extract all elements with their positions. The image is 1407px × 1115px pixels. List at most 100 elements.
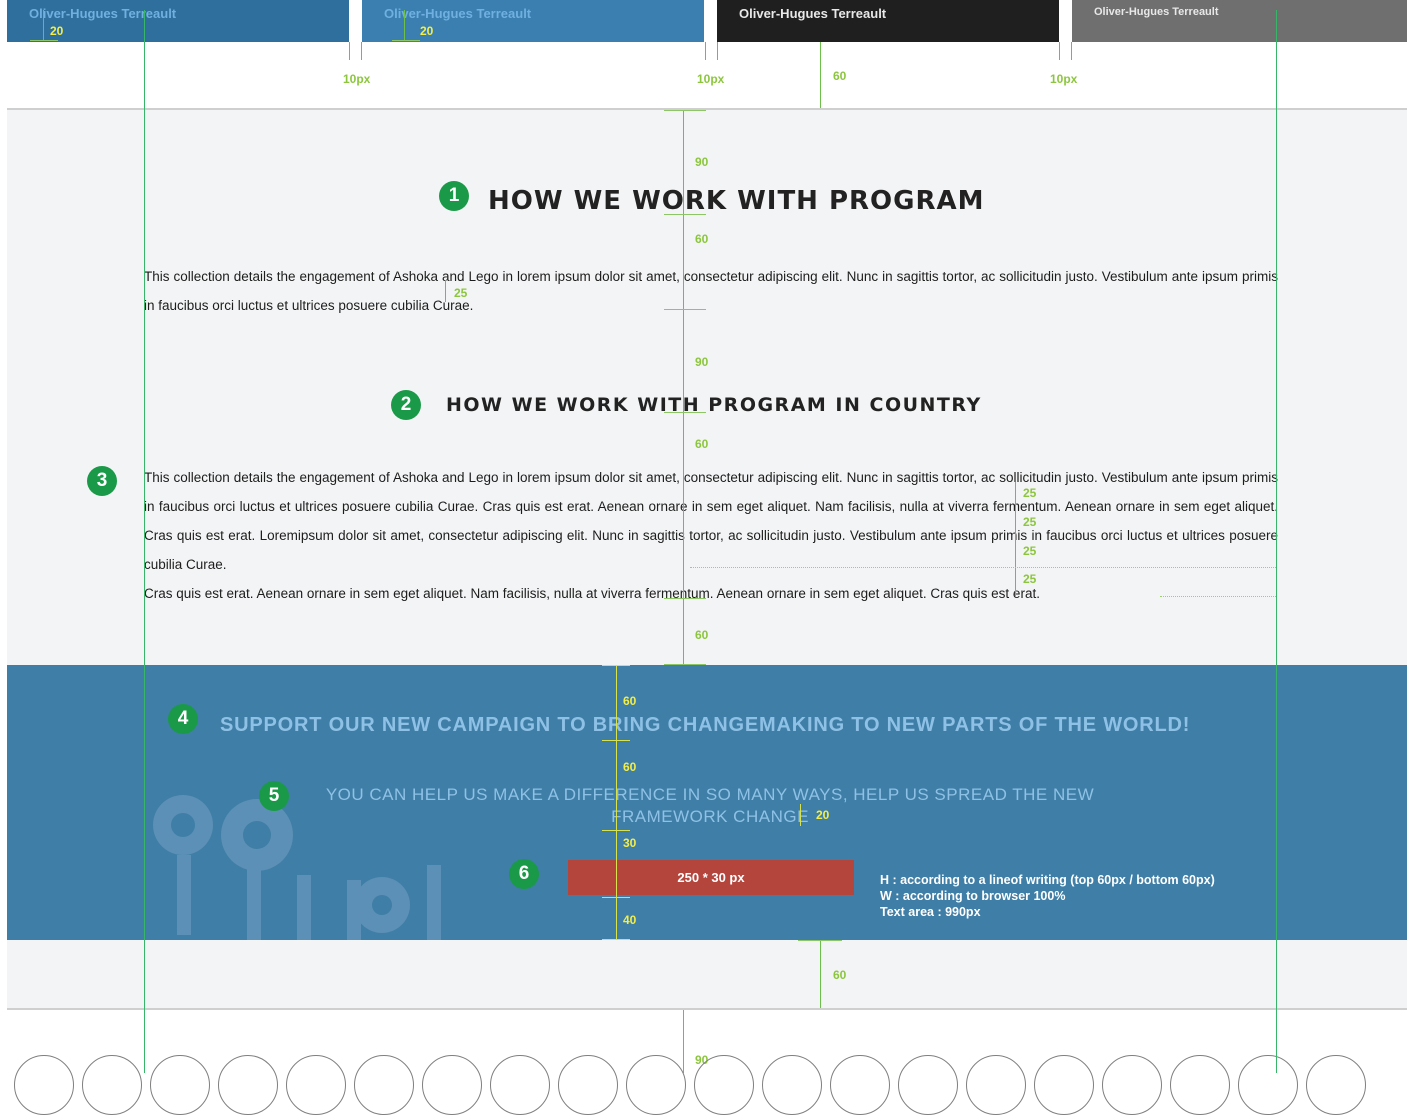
annotation-marker: 2	[391, 390, 421, 420]
spacer-section	[7, 940, 1407, 1008]
measure-line	[616, 665, 617, 940]
measure-label: 25	[454, 286, 468, 300]
measure-label: 60	[833, 69, 847, 83]
measure-guide	[690, 567, 1276, 568]
measure-label: 25	[1023, 572, 1037, 586]
partner-logo[interactable]	[14, 1055, 74, 1115]
measure-line	[798, 940, 842, 941]
paragraph-text: This collection details the engagement o…	[144, 470, 1278, 572]
partner-logo[interactable]	[830, 1055, 890, 1115]
partner-logo[interactable]	[82, 1055, 142, 1115]
measure-line	[404, 10, 405, 40]
measure-label: 40	[623, 913, 637, 927]
measure-line	[602, 665, 630, 666]
thumbnail-caption: Oliver-Hugues Terreault	[1094, 6, 1219, 18]
partner-logo[interactable]	[1238, 1055, 1298, 1115]
partner-logo[interactable]	[150, 1055, 210, 1115]
measure-label: 25	[1023, 515, 1037, 529]
banner-subtitle: YOU CAN HELP US MAKE A DIFFERENCE IN SO …	[325, 785, 1095, 826]
spec-line: W : according to browser 100%	[880, 889, 1066, 903]
thumbnail-caption: Oliver-Hugues Terreault	[384, 6, 532, 21]
partner-logo[interactable]	[694, 1055, 754, 1115]
partner-logo[interactable]	[354, 1055, 414, 1115]
partner-logo[interactable]	[1034, 1055, 1094, 1115]
measure-line	[664, 214, 706, 215]
measure-label: 10px	[1050, 72, 1078, 86]
thumbnail-card[interactable]: Oliver-Hugues Terreault	[362, 0, 704, 42]
section-paragraph: This collection details the engagement o…	[144, 269, 1278, 313]
measure-label: 60	[695, 628, 709, 642]
annotation-marker: 6	[509, 859, 539, 889]
measure-label: 60	[695, 437, 709, 451]
annotation-marker: 4	[168, 704, 198, 734]
measure-line	[1015, 482, 1016, 596]
partner-logo[interactable]	[1170, 1055, 1230, 1115]
spec-notes: H : according to a lineof writing (top 6…	[880, 872, 1215, 920]
measure-label: 30	[623, 836, 637, 850]
spec-line: H : according to a lineof writing (top 6…	[880, 873, 1215, 887]
measure-label: 20	[420, 24, 434, 38]
measure-line	[683, 110, 684, 665]
partner-logo[interactable]	[490, 1055, 550, 1115]
banner-title: SUPPORT OUR NEW CAMPAIGN TO BRING CHANGE…	[220, 714, 1191, 736]
thumbnail-caption: Oliver-Hugues Terreault	[739, 6, 887, 21]
partner-logo[interactable]	[1306, 1055, 1366, 1115]
measure-line	[664, 412, 706, 413]
thumbnail-caption: Oliver-Hugues Terreault	[29, 6, 177, 21]
measure-guide	[1160, 596, 1276, 597]
partner-logo[interactable]	[558, 1055, 618, 1115]
paragraph-text: Cras quis est erat. Aenean ornare in sem…	[144, 586, 1040, 601]
measure-line	[445, 280, 446, 302]
measure-line	[705, 42, 706, 60]
measure-label: 60	[695, 232, 709, 246]
measure-line	[602, 830, 630, 831]
section-subtitle: HOW WE WORK WITH PROGRAM IN COUNTRY	[446, 394, 982, 416]
measure-line	[361, 42, 362, 60]
section-paragraph: This collection details the engagement o…	[144, 463, 1278, 608]
measure-line	[820, 940, 821, 1008]
measure-line	[30, 40, 58, 41]
measure-line	[392, 40, 420, 41]
measure-label: 20	[50, 24, 64, 38]
partner-logo[interactable]	[898, 1055, 958, 1115]
spec-line: Text area : 990px	[880, 905, 981, 919]
measure-label: 60	[623, 694, 637, 708]
partner-logo[interactable]	[286, 1055, 346, 1115]
annotation-marker: 1	[439, 181, 469, 211]
measure-label: 90	[695, 355, 709, 369]
partner-logo[interactable]	[1102, 1055, 1162, 1115]
measure-label: 25	[1023, 486, 1037, 500]
partner-logo[interactable]	[218, 1055, 278, 1115]
measure-label: 90	[695, 155, 709, 169]
content-guide	[1276, 10, 1277, 1073]
measure-line	[349, 42, 350, 60]
partner-logo[interactable]	[626, 1055, 686, 1115]
measure-label: 20	[816, 808, 830, 822]
measure-line	[800, 804, 801, 826]
section-title: HOW WE WORK WITH PROGRAM	[488, 186, 985, 216]
cta-button[interactable]: 250 * 30 px	[568, 860, 854, 895]
measure-line	[664, 598, 706, 599]
measure-line	[664, 110, 706, 111]
content-guide	[144, 10, 145, 1073]
annotation-marker: 5	[259, 781, 289, 811]
thumbnail-card[interactable]: Oliver-Hugues Terreault	[1072, 0, 1407, 42]
measure-label: 60	[833, 968, 847, 982]
measure-label: 60	[623, 760, 637, 774]
measure-line	[820, 42, 821, 108]
measure-line	[602, 897, 630, 898]
thumbnail-card[interactable]: Oliver-Hugues Terreault	[717, 0, 1059, 42]
measure-line	[602, 740, 630, 741]
partner-logo[interactable]	[966, 1055, 1026, 1115]
section-divider	[7, 1008, 1407, 1010]
measure-line	[664, 309, 706, 310]
measure-label: 10px	[697, 72, 725, 86]
partner-logo[interactable]	[422, 1055, 482, 1115]
measure-line	[717, 42, 718, 60]
partner-logo[interactable]	[762, 1055, 822, 1115]
measure-label: 25	[1023, 544, 1037, 558]
measure-label: 10px	[343, 72, 371, 86]
measure-line	[683, 1010, 684, 1073]
measure-line	[43, 10, 44, 40]
measure-line	[1071, 42, 1072, 60]
